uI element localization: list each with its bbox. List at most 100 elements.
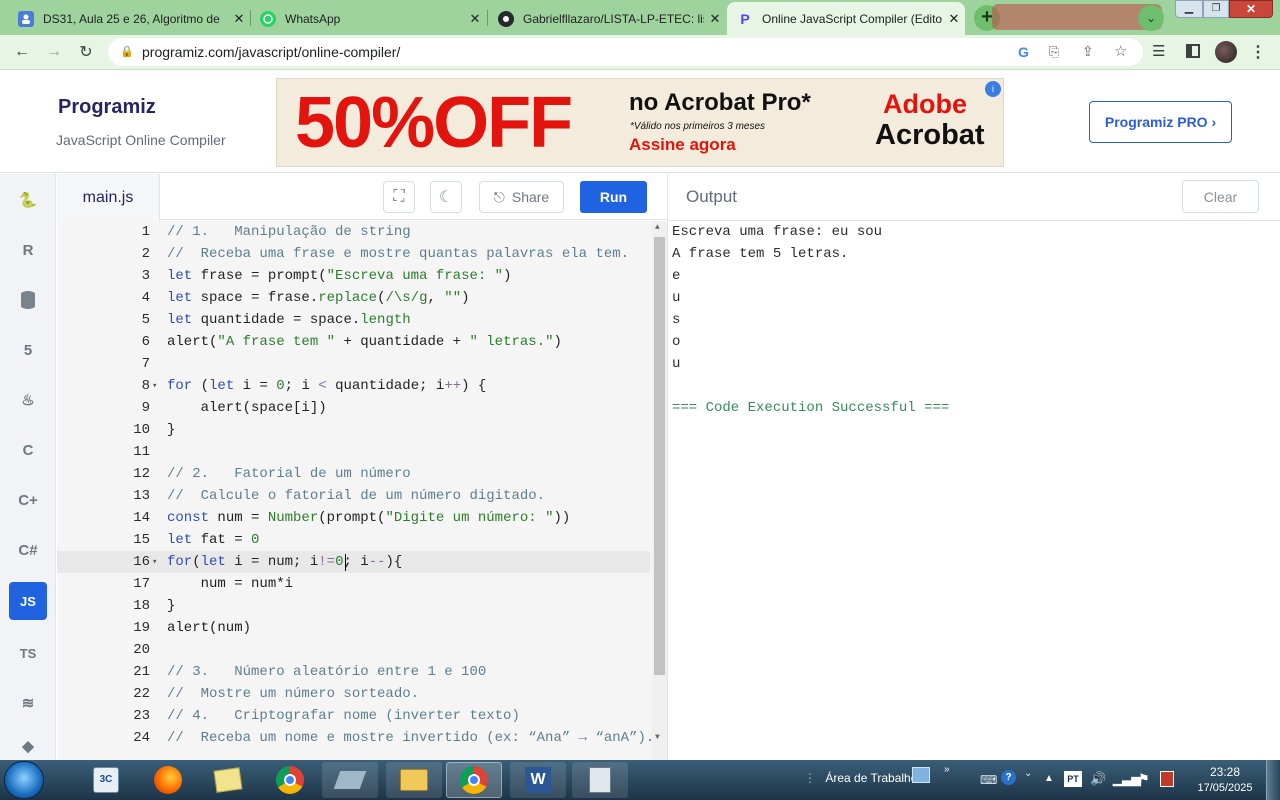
html5-icon[interactable]: 5 [9,331,47,369]
network-signal-icon[interactable]: ▁▃▅ [1113,772,1141,786]
r-icon[interactable]: R [9,231,47,269]
firefox-icon[interactable] [140,762,196,798]
side-panel-icon[interactable] [1186,44,1200,58]
desktop-toolbar[interactable]: ⋮ Área de Trabalho [804,771,917,785]
lock-icon[interactable]: 🔒 [120,45,134,58]
programiz-logo[interactable]: Programiz [58,96,156,119]
share-button[interactable]: ⎋ Share [479,181,564,213]
fold-toggle-icon[interactable]: ▾ [152,551,157,573]
code-line[interactable]: 20 [57,639,707,661]
chrome-running-icon[interactable] [446,762,502,798]
help-icon[interactable]: ? [1001,770,1016,785]
calendar-app-icon[interactable]: 3C [78,762,134,798]
code-line[interactable]: 12 // 2. Fatorial de um número [57,463,707,485]
code-line[interactable]: 18} [57,595,707,617]
code-line[interactable]: 1 // 1. Manipulação de string [57,221,707,243]
code-line[interactable]: 17 num = num*i [57,573,707,595]
clock-time[interactable]: 23:28 [1195,765,1255,779]
minimize-window-button[interactable]: ▁ [1175,0,1203,18]
close-icon[interactable]: ✕ [704,11,726,27]
clock-date[interactable]: 17/05/2025 [1190,782,1260,794]
ts-language-button[interactable]: TS [9,634,47,672]
close-icon[interactable]: ✕ [943,11,965,27]
code-line[interactable]: 2 // Receba uma frase e mostre quantas pa… [57,243,707,265]
reload-icon[interactable]: ↻ [72,38,100,66]
bookmark-star-icon[interactable]: ☆ [1114,42,1127,60]
programiz-pro-button[interactable]: Programiz PRO › [1089,101,1232,143]
word-icon[interactable]: W [510,762,566,798]
reading-list-icon[interactable]: ☰ [1152,42,1165,60]
power-warning-icon[interactable] [1160,771,1174,787]
code-line[interactable]: 15 let fat = 0 [57,529,707,551]
browser-tab-classroom[interactable]: DS31, Aula 25 e 26, Algoritmo de ✕ [8,2,250,35]
code-line[interactable]: 11 [57,441,707,463]
desktop-folder-icon[interactable] [912,767,930,783]
calculator-icon[interactable] [572,762,628,798]
menu-dots-icon[interactable]: ⋮ [1250,42,1266,62]
code-line[interactable]: 14 const num = Number(prompt("Digite um n… [57,507,707,529]
code-line[interactable]: 13 // Calcule o fatorial de um número dig… [57,485,707,507]
code-line[interactable]: 10} [57,419,707,441]
code-line[interactable]: 23 // 4. Criptografar nome (inverter text… [57,705,707,727]
avatar[interactable] [1215,41,1237,63]
swift-icon[interactable]: ≋ [9,684,47,722]
clear-button[interactable]: Clear [1182,180,1259,213]
browser-tab-whatsapp[interactable]: WhatsApp ✕ [250,2,486,35]
browser-tab-github[interactable]: Gabrielfllazaro/LISTA-LP-ETEC: lis ✕ [488,2,726,35]
tab-search-button[interactable]: ⌄ [1138,5,1164,31]
c-icon[interactable]: C [9,431,47,469]
fullscreen-icon[interactable]: ⛶ [383,181,415,213]
code-line[interactable]: 5 let quantidade = space.length [57,309,707,331]
code-line[interactable]: 7 [57,353,707,375]
action-center-flag-icon[interactable]: ⚑ [1138,771,1150,787]
toolbar-overflow-icon[interactable]: » [944,764,950,775]
forward-icon[interactable]: → [40,38,68,66]
sql-icon[interactable] [9,281,47,319]
dark-mode-icon[interactable]: ☾ [430,181,462,213]
close-window-button[interactable]: ✕ [1229,0,1273,18]
code-line[interactable]: 16 ▾ for(let i = num; i!=0; i--){ [57,551,707,573]
code-line[interactable]: 19 alert(num) [57,617,707,639]
input-language-indicator[interactable]: PT [1064,771,1082,787]
show-desktop-button[interactable] [1266,760,1280,800]
volume-icon[interactable]: 🔊 [1090,771,1106,787]
translate-icon[interactable]: ⎘ [1049,44,1059,60]
js-language-button[interactable]: JS [9,582,47,620]
ad-info-icon[interactable]: i [985,81,1001,97]
code-line[interactable]: 8 ▾ for (let i = 0; i < quantidade; i++) { [57,375,707,397]
show-hidden-icons[interactable]: ▲ [1044,773,1054,784]
file-explorer-icon[interactable] [386,762,442,798]
google-icon[interactable]: G [1018,44,1029,60]
code-line[interactable]: 4 let space = frase.replace(/\s/g, "") [57,287,707,309]
scrollbar-thumb[interactable] [654,237,665,675]
close-icon[interactable]: ✕ [464,11,486,27]
code-line[interactable]: 6 alert("A frase tem " + quantidade + " l… [57,331,707,353]
code-line[interactable]: 9 alert(space[i]) [57,397,707,419]
language-bar-menu-icon[interactable]: ⌄ [1024,768,1032,779]
back-icon[interactable]: ← [8,38,36,66]
csharp-icon[interactable]: C# [9,531,47,569]
cpp-icon[interactable]: C+ [9,481,47,519]
code-editor[interactable]: 1 // 1. Manipulação de string 2 // Receba u… [57,221,667,760]
code-line[interactable]: 3 let frase = prompt("Escreva uma frase: … [57,265,707,287]
go-icon[interactable]: ◆ [9,734,47,758]
scroll-up-icon[interactable]: ▲ [655,223,660,232]
ad-banner[interactable]: 50%OFF no Acrobat Pro* *Válido nos prime… [276,78,1004,167]
close-icon[interactable]: ✕ [228,11,250,27]
code-line[interactable]: 22 // Mostre um número sorteado. [57,683,707,705]
code-line[interactable]: 24 // Receba um nome e mostre invertido (… [57,727,707,749]
share-page-icon[interactable]: ⇪ [1082,43,1094,60]
run-button[interactable]: Run [580,181,647,213]
sticky-notes-icon[interactable] [200,762,256,798]
start-button[interactable] [4,761,44,799]
url-text[interactable]: programiz.com/javascript/online-compiler… [142,44,400,60]
fold-toggle-icon[interactable]: ▾ [152,375,157,397]
pencil-app-icon[interactable] [322,762,378,798]
python-icon[interactable]: 🐍 [9,181,47,219]
scroll-down-icon[interactable]: ▼ [655,733,660,742]
editor-scrollbar[interactable]: ▲ ▼ [652,221,667,760]
maximize-window-button[interactable]: ❐ [1203,0,1229,18]
file-tab-main-js[interactable]: main.js [57,174,160,221]
code-line[interactable]: 21 // 3. Número aleatório entre 1 e 100 [57,661,707,683]
browser-tab-programiz[interactable]: P Online JavaScript Compiler (Edito ✕ [727,2,965,35]
